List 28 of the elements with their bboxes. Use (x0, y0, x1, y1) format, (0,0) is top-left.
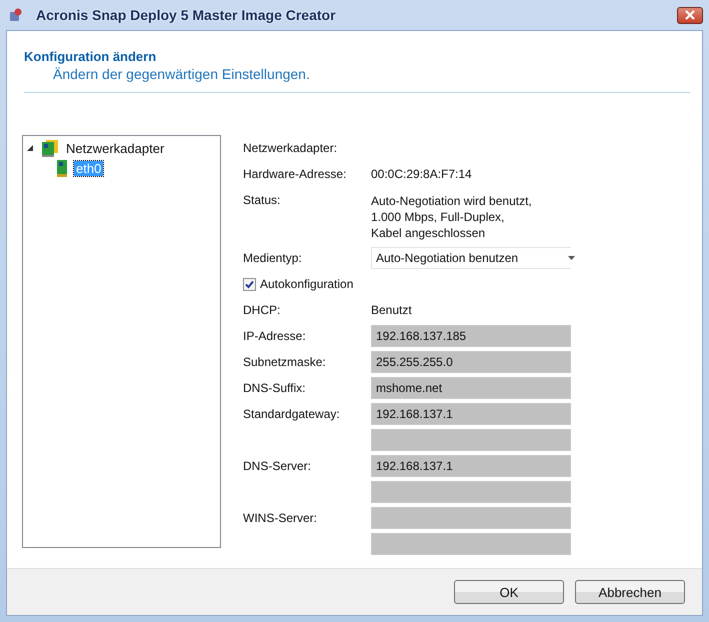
section-label: Netzwerkadapter: (243, 141, 338, 155)
field-label: DNS-Suffix: (243, 381, 306, 395)
field-label: Status: (243, 193, 282, 207)
field-label: Medientyp: (243, 251, 303, 265)
network-card-icon (40, 139, 60, 157)
close-button[interactable] (677, 6, 703, 24)
field-label: DHCP: (243, 303, 282, 317)
status-text: Auto-Negotiation wird benutzt, 1.000 Mbps, Full-Duplex, Kabel angeschlossen (371, 193, 532, 241)
field-value: Benutzt (371, 303, 412, 317)
app-icon (8, 7, 24, 23)
field-value: 00:0C:29:8A:F7:14 (371, 167, 472, 181)
page-subtitle: Ändern der gegenwärtigen Einstellungen. (52, 66, 311, 82)
checkbox[interactable] (243, 278, 256, 290)
window-title: Acronis Snap Deploy 5 Master Image Creator (36, 7, 337, 23)
field-label: Standardgateway: (243, 407, 341, 421)
field-label: Hardware-Adresse: (243, 167, 348, 181)
network-card-icon (56, 159, 68, 177)
field-label: Subnetzmaske: (243, 355, 327, 369)
tree-item[interactable]: Netzwerkadapter (64, 140, 166, 156)
field-label: DNS-Server: (243, 459, 312, 473)
dialog-button[interactable]: Abbrechen (575, 580, 685, 604)
close-icon (684, 10, 696, 20)
field-label: IP-Adresse: (243, 329, 307, 343)
page-title: Konfiguration ändern (24, 49, 158, 64)
field-label: WINS-Server: (243, 511, 318, 525)
expand-triangle-icon[interactable] (27, 144, 34, 152)
dialog-button[interactable]: OK (454, 580, 564, 604)
checkbox-label: Autokonfiguration (260, 277, 354, 291)
